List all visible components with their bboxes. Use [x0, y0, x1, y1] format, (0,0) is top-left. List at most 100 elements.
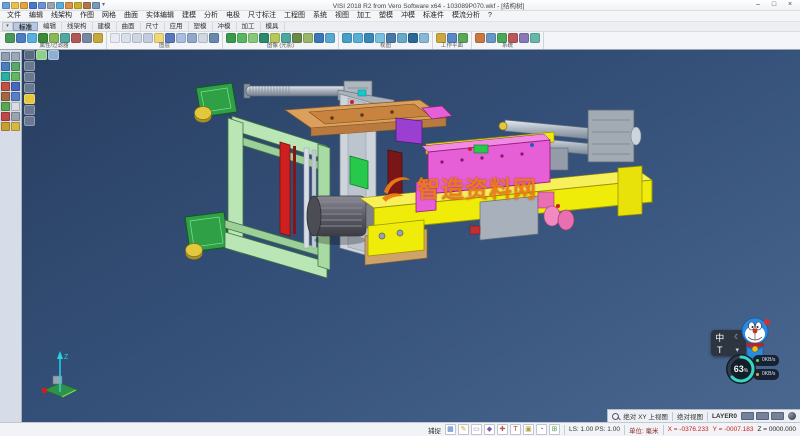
view-tool-icon[interactable] [36, 50, 47, 60]
toolbar-icon[interactable] [187, 33, 197, 43]
toolbar-icon[interactable] [497, 33, 507, 43]
view-tool-icon[interactable] [24, 116, 35, 126]
ribbon-tab[interactable]: 编辑 [38, 22, 62, 31]
menu-item[interactable]: 曲面 [120, 11, 142, 21]
model-mount-pad-top[interactable] [195, 83, 238, 123]
toolbar-icon[interactable] [82, 33, 92, 43]
ribbon-tab[interactable]: 线架构 [62, 22, 93, 31]
quick-access-icon[interactable] [56, 2, 64, 9]
menu-item[interactable]: ? [484, 11, 496, 21]
quick-access-icon[interactable] [38, 2, 46, 9]
tab-overflow-icon[interactable]: ▾ [2, 22, 13, 31]
toolbar-icon[interactable] [436, 33, 446, 43]
sidebar-tool-icon[interactable] [1, 52, 10, 61]
toolbar-icon[interactable] [508, 33, 518, 43]
layer-swatch[interactable] [756, 412, 769, 420]
sidebar-tool-icon[interactable] [11, 62, 20, 71]
menu-item[interactable]: 线架构 [47, 11, 76, 21]
sidebar-tool-icon[interactable] [1, 122, 10, 131]
quick-access-caret-icon[interactable]: ▾ [102, 2, 105, 9]
snap-toggle-icon[interactable]: ▦ [445, 424, 456, 435]
menu-item[interactable]: 系统 [309, 11, 331, 21]
toolbar-icon[interactable] [38, 33, 48, 43]
toolbar-icon[interactable] [281, 33, 291, 43]
view-plane-label[interactable]: 绝对 XY 上视图 [623, 411, 668, 421]
quick-access-icon[interactable] [74, 2, 82, 9]
toolbar-icon[interactable] [259, 33, 269, 43]
toolbar-icon[interactable] [154, 33, 164, 43]
model-slide-bar[interactable] [280, 142, 296, 236]
menu-item[interactable]: 工程图 [280, 11, 309, 21]
ribbon-tab[interactable]: 尺寸 [141, 22, 165, 31]
sidebar-tool-icon[interactable] [11, 122, 20, 131]
quick-access-icon[interactable] [92, 2, 100, 9]
view-tool-icon[interactable] [24, 105, 35, 115]
ime-lang-button[interactable]: 中 [715, 331, 724, 344]
toolbar-icon[interactable] [71, 33, 81, 43]
toolbar-icon[interactable] [5, 33, 15, 43]
menu-item[interactable]: 电极 [222, 11, 244, 21]
toolbar-icon[interactable] [364, 33, 374, 43]
view-tool-icon[interactable] [24, 61, 35, 71]
performance-gauge[interactable]: 63% [725, 353, 757, 385]
snap-toggle-icon[interactable]: ◆ [484, 424, 495, 435]
close-button[interactable]: × [782, 1, 798, 10]
quick-access-icon[interactable] [47, 2, 55, 9]
toolbar-icon[interactable] [419, 33, 429, 43]
toolbar-icon[interactable] [292, 33, 302, 43]
toolbar-icon[interactable] [226, 33, 236, 43]
menu-item[interactable]: 网格 [98, 11, 120, 21]
view-tool-icon[interactable] [48, 50, 59, 60]
toolbar-icon[interactable] [209, 33, 219, 43]
ribbon-tab[interactable]: 冲模 [213, 22, 237, 31]
toolbar-icon[interactable] [303, 33, 313, 43]
menu-item[interactable]: 编辑 [25, 11, 47, 21]
quick-access-icon[interactable] [29, 2, 37, 9]
toolbar-icon[interactable] [16, 33, 26, 43]
view-tool-icon[interactable] [24, 83, 35, 93]
toolbar-icon[interactable] [198, 33, 208, 43]
toolbar-icon[interactable] [248, 33, 258, 43]
toolbar-icon[interactable] [49, 33, 59, 43]
layer-swatch[interactable] [771, 412, 784, 420]
menu-item[interactable]: 冲模 [397, 11, 419, 21]
snap-toggle-icon[interactable]: ▣ [523, 424, 534, 435]
model-mount-pad-bottom[interactable] [185, 212, 229, 260]
toolbar-icon[interactable] [342, 33, 352, 43]
model-spacer-plate[interactable] [396, 118, 422, 144]
toolbar-icon[interactable] [132, 33, 142, 43]
ribbon-tab[interactable]: 应用 [165, 22, 189, 31]
ribbon-tab[interactable]: 塑模 [189, 22, 213, 31]
render-mode-icon[interactable] [788, 412, 796, 420]
toolbar-icon[interactable] [176, 33, 186, 43]
sidebar-tool-icon[interactable] [1, 72, 10, 81]
toolbar-icon[interactable] [458, 33, 468, 43]
menu-item[interactable]: 加工 [353, 11, 375, 21]
snap-toggle-icon[interactable]: ▭ [471, 424, 482, 435]
sidebar-tool-icon[interactable] [11, 92, 20, 101]
sidebar-tool-icon[interactable] [11, 82, 20, 91]
sidebar-tool-icon[interactable] [1, 112, 10, 121]
snap-toggle-icon[interactable]: T [510, 424, 521, 435]
toolbar-icon[interactable] [408, 33, 418, 43]
quick-access-icon[interactable] [11, 2, 19, 9]
view-tool-icon[interactable] [24, 50, 35, 60]
menu-item[interactable]: 文件 [3, 11, 25, 21]
active-layer-label[interactable]: LAYER0 [712, 413, 737, 420]
sidebar-tool-icon[interactable] [1, 92, 10, 101]
quick-access-icon[interactable] [83, 2, 91, 9]
sidebar-tool-icon[interactable] [11, 52, 20, 61]
ime-textmode-button[interactable]: T [717, 345, 723, 355]
view-tool-icon[interactable] [24, 72, 35, 82]
toolbar-icon[interactable] [165, 33, 175, 43]
toolbar-icon[interactable] [486, 33, 496, 43]
menu-item[interactable]: 塑模 [375, 11, 397, 21]
snap-toggle-icon[interactable]: ◔ [536, 424, 547, 435]
snap-toggle-icon[interactable]: ✚ [497, 424, 508, 435]
minimize-button[interactable]: – [750, 1, 766, 10]
maximize-button[interactable]: □ [766, 1, 782, 10]
ribbon-tab[interactable]: 模具 [261, 22, 285, 31]
snap-toggle-icon[interactable]: ⊞ [549, 424, 560, 435]
menu-item[interactable]: 建模 [178, 11, 200, 21]
viewport-canvas[interactable]: 智造资料网 Z 中 ☾ T ▾ [22, 50, 800, 422]
